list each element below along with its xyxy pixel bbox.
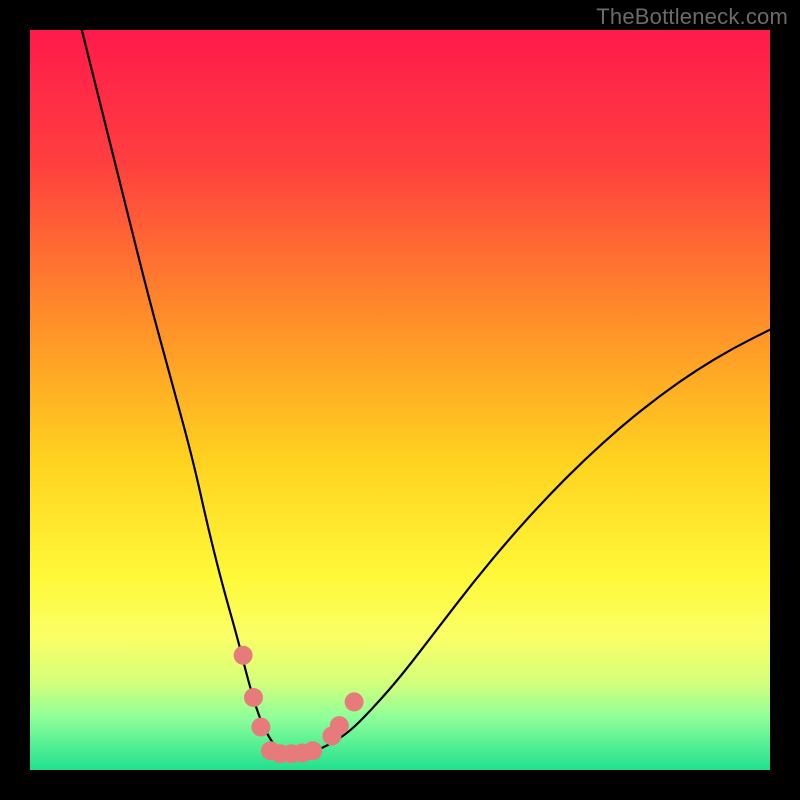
watermark: TheBottleneck.com <box>596 4 788 30</box>
data-point <box>234 646 253 665</box>
data-point <box>244 688 263 707</box>
bottleneck-curve <box>82 30 770 754</box>
data-point <box>345 692 364 711</box>
data-point <box>251 718 270 737</box>
data-points-group <box>234 646 364 763</box>
chart-frame: TheBottleneck.com <box>0 0 800 800</box>
data-point <box>330 716 349 735</box>
curve-layer <box>30 30 770 770</box>
data-point <box>303 741 322 760</box>
plot-area <box>30 30 770 770</box>
